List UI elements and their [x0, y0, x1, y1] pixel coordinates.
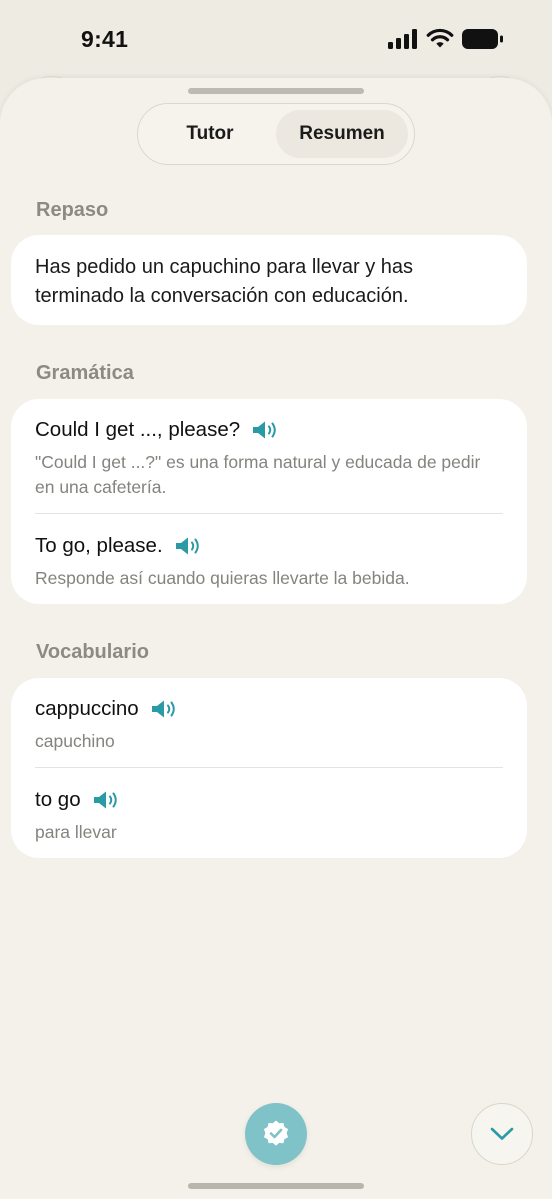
- review-section-title: Repaso: [36, 199, 109, 221]
- scroll-down-button[interactable]: [471, 1103, 533, 1165]
- vocabulary-section-title: Vocabulario: [36, 641, 149, 663]
- tab-tutor[interactable]: Tutor: [144, 110, 276, 158]
- status-time: 9:41: [81, 26, 129, 52]
- chevron-down-icon: [490, 1127, 514, 1140]
- grammar-explanation: "Could I get ...?" es una forma natural …: [35, 452, 481, 497]
- review-text: Has pedido un capuchino para llevar y ha…: [35, 256, 414, 307]
- segmented-control: Tutor Resumen: [137, 103, 415, 165]
- home-indicator: [188, 1183, 364, 1189]
- speaker-icon[interactable]: [93, 790, 119, 810]
- divider: [35, 513, 503, 514]
- status-bar: 9:41: [0, 0, 552, 80]
- vocabulary-word: cappuccino: [35, 697, 139, 720]
- divider: [35, 767, 503, 768]
- status-icons: [388, 28, 504, 50]
- speaker-icon[interactable]: [175, 536, 201, 556]
- verified-badge-icon: [263, 1120, 289, 1146]
- review-card: Has pedido un capuchino para llevar y ha…: [11, 235, 527, 325]
- tab-resumen[interactable]: Resumen: [276, 110, 408, 158]
- summary-sheet: Tutor Resumen Repaso Has pedido un capuc…: [0, 78, 552, 1199]
- sheet-grabber[interactable]: [188, 88, 364, 94]
- battery-icon: [462, 29, 503, 49]
- vocabulary-translation: capuchino: [35, 731, 115, 751]
- grammar-item: Could I get ..., please? "Could I get ..…: [35, 416, 503, 500]
- grammar-card: Could I get ..., please? "Could I get ..…: [11, 399, 527, 604]
- wifi-icon: [426, 28, 454, 48]
- done-button[interactable]: [245, 1103, 307, 1165]
- grammar-explanation: Responde así cuando quieras llevarte la …: [35, 568, 410, 588]
- speaker-icon[interactable]: [151, 699, 177, 719]
- grammar-section-title: Gramática: [36, 362, 134, 384]
- speaker-icon[interactable]: [252, 420, 278, 440]
- grammar-item: To go, please. Responde así cuando quier…: [35, 532, 503, 591]
- vocabulary-card: cappuccino capuchino to go para llevar: [11, 678, 527, 858]
- vocabulary-item: cappuccino capuchino: [35, 695, 503, 754]
- cellular-signal-icon: [388, 29, 417, 49]
- vocabulary-item: to go para llevar: [35, 786, 503, 845]
- grammar-phrase: Could I get ..., please?: [35, 418, 241, 441]
- screen: 9:41 Tutor Resumen Repaso Has pedido un …: [0, 0, 552, 1199]
- grammar-phrase: To go, please.: [35, 534, 163, 557]
- vocabulary-word: to go: [35, 788, 81, 811]
- vocabulary-translation: para llevar: [35, 822, 117, 842]
